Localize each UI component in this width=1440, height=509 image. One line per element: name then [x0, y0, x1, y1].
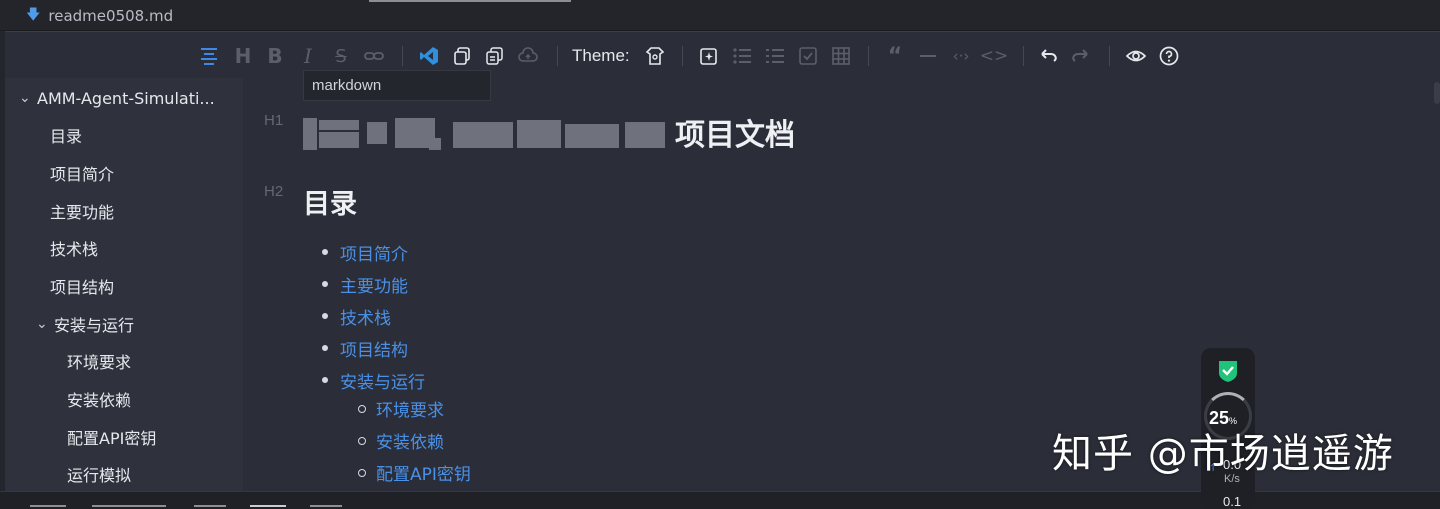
file-tab-bar: 🡇 readme0508.md — [0, 0, 1440, 31]
outline-group[interactable]: ⌄ 安装与运行 — [36, 309, 134, 339]
outline-item[interactable]: 技术栈 — [50, 233, 98, 263]
redo-icon[interactable] — [1069, 44, 1093, 68]
table-icon[interactable] — [829, 44, 853, 68]
outline-sidebar: ⌄ AMM-Agent-Simulati... 目录 项目简介 主要功能 技术栈… — [5, 78, 243, 492]
security-shield-icon — [1219, 361, 1237, 382]
outline-item[interactable]: 目录 — [50, 120, 82, 150]
ordered-list-icon[interactable] — [763, 44, 787, 68]
outline-sub-item[interactable]: 环境要求 — [67, 346, 131, 376]
toc-link[interactable]: 项目结构 — [322, 336, 408, 361]
quote-icon[interactable]: “ — [883, 44, 907, 69]
outline-root[interactable]: ⌄ AMM-Agent-Simulati... — [19, 83, 215, 113]
file-tab[interactable]: 🡇 readme0508.md — [26, 0, 173, 31]
inline-code-icon[interactable]: ‹·› — [949, 44, 973, 68]
code-block-icon[interactable]: <> — [980, 44, 1009, 68]
vertical-scrollbar[interactable] — [1433, 78, 1440, 492]
toc-link[interactable]: 项目简介 — [322, 240, 408, 265]
theme-label: Theme: — [572, 46, 630, 65]
chevron-down-icon[interactable]: ⌄ — [19, 90, 37, 106]
vscode-icon[interactable] — [417, 44, 441, 68]
h2-marker: H2 — [264, 183, 284, 200]
scroll-thumb[interactable] — [1434, 82, 1440, 104]
toc-link[interactable]: 主要功能 — [322, 272, 408, 297]
copy-html-icon[interactable] — [483, 44, 507, 68]
h1-heading: 项目文档 — [675, 118, 795, 153]
toc-sub-link[interactable]: 配置API密钥 — [358, 460, 471, 485]
bold-icon[interactable]: B — [263, 44, 287, 68]
watermark-text: 知乎 @市场逍遥游 — [1052, 431, 1394, 477]
toc-link[interactable]: 安装与运行 — [322, 368, 425, 393]
undo-icon[interactable] — [1036, 44, 1060, 68]
help-icon[interactable] — [1157, 44, 1181, 68]
heading-icon[interactable]: H — [231, 44, 255, 68]
theme-icon[interactable] — [643, 44, 667, 68]
align-center-icon[interactable] — [197, 44, 221, 68]
italic-icon[interactable]: I — [296, 44, 320, 68]
chevron-down-icon[interactable]: ⌄ — [36, 316, 54, 332]
status-item[interactable] — [310, 495, 342, 507]
outline-item[interactable]: 主要功能 — [50, 196, 114, 226]
h1-marker: H1 — [264, 112, 284, 129]
copy-icon[interactable] — [450, 44, 474, 68]
toolbar-tooltip: markdown — [303, 70, 491, 101]
pixelated-title-area — [303, 118, 667, 150]
outline-sub-item[interactable]: 运行模拟 — [67, 459, 131, 489]
strikethrough-icon[interactable]: S — [329, 44, 353, 68]
bullet-list-icon[interactable] — [730, 44, 754, 68]
status-item[interactable] — [194, 495, 226, 507]
download-arrow-icon: 🡇 — [26, 6, 41, 23]
status-item[interactable] — [250, 495, 286, 507]
link-icon[interactable] — [362, 44, 386, 68]
toc-sub-link[interactable]: 环境要求 — [358, 396, 444, 421]
tab-indicator — [369, 0, 571, 2]
outline-item[interactable]: 项目简介 — [50, 158, 114, 188]
outline-item[interactable]: 项目结构 — [50, 271, 114, 301]
checkbox-icon[interactable] — [796, 44, 820, 68]
cloud-upload-icon[interactable] — [516, 44, 540, 68]
toc-link[interactable]: 技术栈 — [322, 304, 391, 329]
toc-sub-link[interactable]: 安装依赖 — [358, 428, 444, 453]
preview-eye-icon[interactable] — [1124, 44, 1148, 68]
outline-sub-item[interactable]: 配置API密钥 — [67, 422, 156, 452]
hr-icon[interactable] — [916, 44, 940, 68]
status-item[interactable] — [92, 495, 166, 507]
net-download-speed: 0.1 — [1223, 494, 1242, 509]
editor-toolbar: H B I S Theme: “ ‹·› <> — [5, 32, 1440, 78]
h2-heading: 目录 — [303, 189, 357, 220]
status-item[interactable] — [30, 495, 66, 507]
outline-sub-item[interactable]: 安装依赖 — [67, 384, 131, 414]
ai-spark-icon[interactable] — [697, 44, 721, 68]
file-tab-name: readme0508.md — [48, 6, 174, 25]
